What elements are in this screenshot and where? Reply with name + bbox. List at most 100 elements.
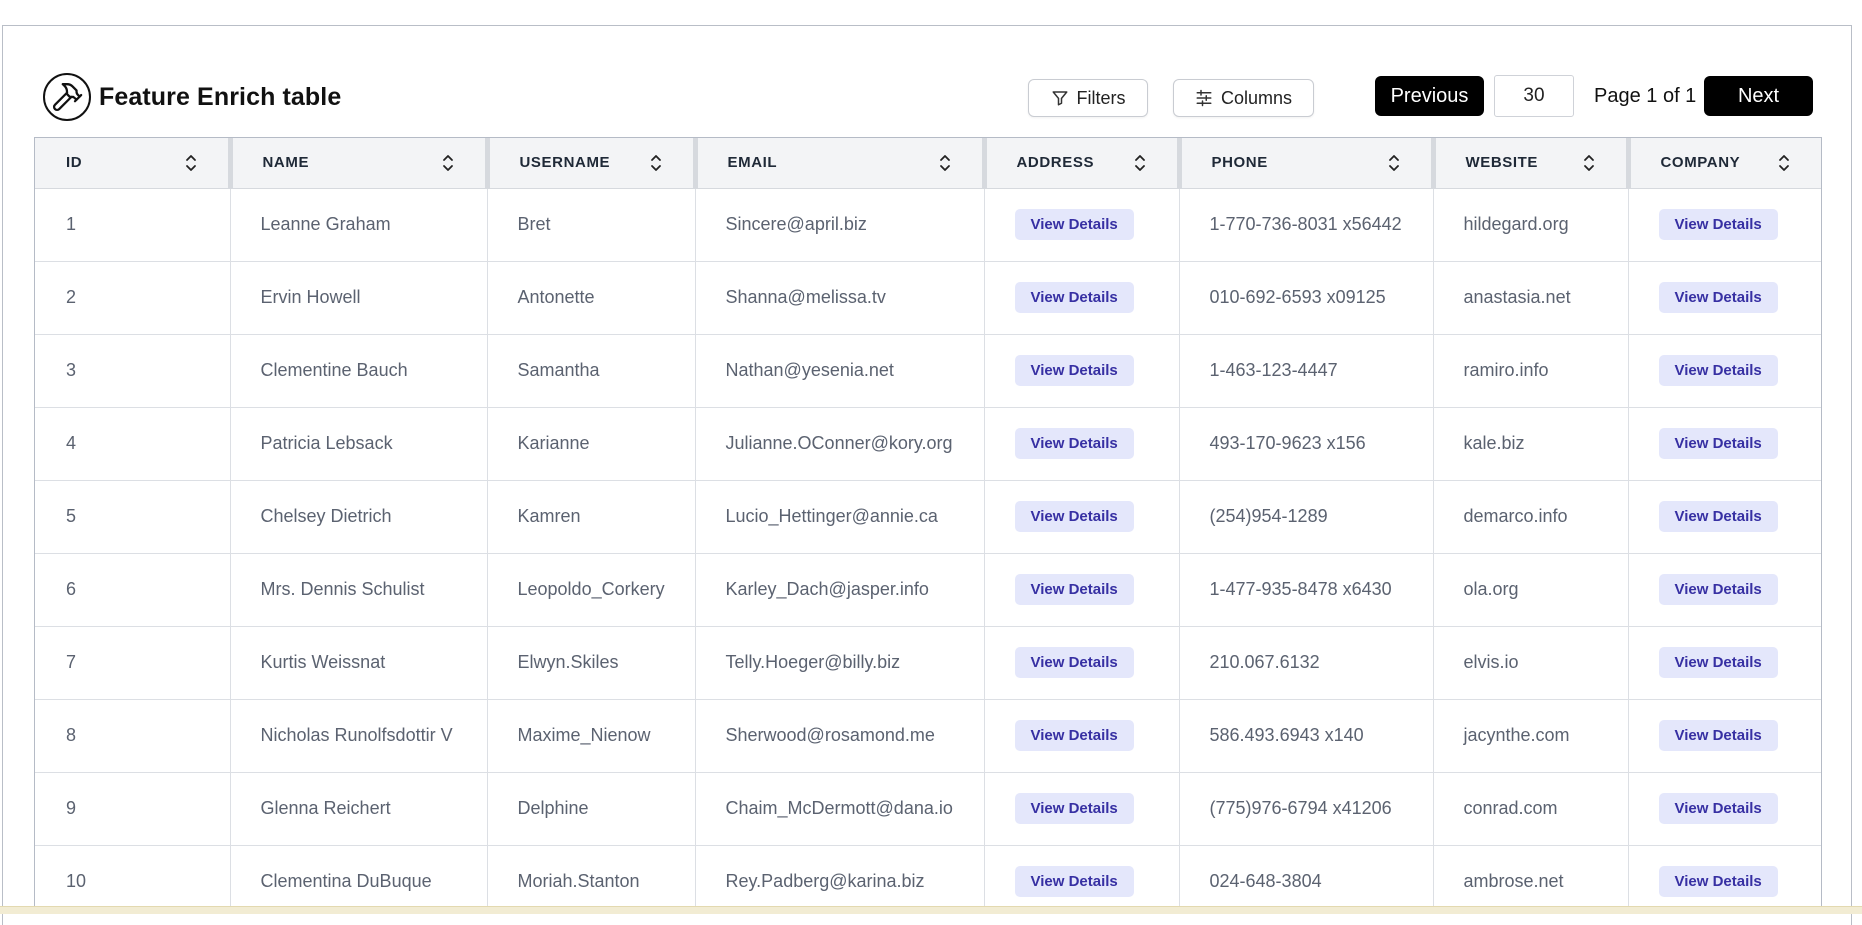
address-view-details-button[interactable]: View Details <box>1014 282 1134 313</box>
cell-email: Lucio_Hettinger@annie.ca <box>695 480 985 554</box>
cell-company: View Details <box>1628 845 1821 907</box>
cell-id: 6 <box>35 553 231 627</box>
cell-address: View Details <box>984 553 1180 627</box>
table-header-row: ID NAME USERNAME EMAIL ADDRESS PHONE WEBSITE CO… <box>35 138 1821 189</box>
cell-website: ola.org <box>1433 553 1629 627</box>
column-header-username[interactable]: USERNAME <box>487 138 698 189</box>
cell-phone: (254)954-1289 <box>1179 480 1434 554</box>
cell-company: View Details <box>1628 699 1821 773</box>
address-view-details-button[interactable]: View Details <box>1014 647 1134 678</box>
cell-website: conrad.com <box>1433 772 1629 846</box>
column-header-phone[interactable]: PHONE <box>1179 138 1436 189</box>
cell-name: Patricia Lebsack <box>230 407 488 481</box>
company-view-details-button[interactable]: View Details <box>1658 209 1778 240</box>
filters-button[interactable]: Filters <box>1028 79 1148 117</box>
sort-icon[interactable] <box>938 154 952 176</box>
sort-icon[interactable] <box>1777 154 1791 176</box>
cell-id: 7 <box>35 626 231 700</box>
cell-id: 5 <box>35 480 231 554</box>
address-view-details-button[interactable]: View Details <box>1014 501 1134 532</box>
cell-id: 1 <box>35 188 231 262</box>
cell-address: View Details <box>984 626 1180 700</box>
cell-email: Karley_Dach@jasper.info <box>695 553 985 627</box>
cell-email: Shanna@melissa.tv <box>695 261 985 335</box>
company-view-details-button[interactable]: View Details <box>1658 720 1778 751</box>
address-view-details-button[interactable]: View Details <box>1014 574 1134 605</box>
address-view-details-button[interactable]: View Details <box>1014 428 1134 459</box>
company-view-details-button[interactable]: View Details <box>1658 501 1778 532</box>
sort-icon[interactable] <box>441 154 455 176</box>
column-header-email[interactable]: EMAIL <box>695 138 987 189</box>
column-header-company[interactable]: COMPANY <box>1628 138 1821 189</box>
cell-company: View Details <box>1628 772 1821 846</box>
next-button[interactable]: Next <box>1704 76 1813 116</box>
cell-website: kale.biz <box>1433 407 1629 481</box>
address-view-details-button[interactable]: View Details <box>1014 720 1134 751</box>
cell-website: ambrose.net <box>1433 845 1629 907</box>
cell-company: View Details <box>1628 261 1821 335</box>
column-header-id[interactable]: ID <box>35 138 233 189</box>
company-view-details-button[interactable]: View Details <box>1658 793 1778 824</box>
sort-icon[interactable] <box>184 154 198 176</box>
table-row: 4 Patricia Lebsack Karianne Julianne.OConne… <box>35 407 1821 481</box>
cell-phone: 586.493.6943 x140 <box>1179 699 1434 773</box>
column-header-name[interactable]: NAME <box>230 138 490 189</box>
sort-icon[interactable] <box>1387 154 1401 176</box>
columns-button[interactable]: Columns <box>1173 79 1314 117</box>
cell-phone: 010-692-6593 x09125 <box>1179 261 1434 335</box>
column-header-label: WEBSITE <box>1465 154 1539 172</box>
page-info: Page 1 of 1 <box>1594 85 1697 107</box>
cell-name: Clementina DuBuque <box>230 845 488 907</box>
cell-address: View Details <box>984 188 1180 262</box>
address-view-details-button[interactable]: View Details <box>1014 793 1134 824</box>
sort-icon[interactable] <box>649 154 663 176</box>
cell-name: Chelsey Dietrich <box>230 480 488 554</box>
cell-address: View Details <box>984 845 1180 907</box>
company-view-details-button[interactable]: View Details <box>1658 647 1778 678</box>
company-view-details-button[interactable]: View Details <box>1658 866 1778 897</box>
column-header-label: ID <box>66 154 83 172</box>
company-view-details-button[interactable]: View Details <box>1658 574 1778 605</box>
cell-phone: 493-170-9623 x156 <box>1179 407 1434 481</box>
data-table: ID NAME USERNAME EMAIL ADDRESS PHONE WEBSITE CO… <box>34 137 1822 907</box>
sort-icon[interactable] <box>1133 154 1147 176</box>
company-view-details-button[interactable]: View Details <box>1658 428 1778 459</box>
column-header-label: NAME <box>262 154 310 172</box>
filters-label: Filters <box>1076 87 1126 108</box>
cell-name: Ervin Howell <box>230 261 488 335</box>
table-row: 2 Ervin Howell Antonette Shanna@melissa.tv V… <box>35 261 1821 335</box>
cell-email: Sherwood@rosamond.me <box>695 699 985 773</box>
column-header-address[interactable]: ADDRESS <box>984 138 1182 189</box>
cell-website: jacynthe.com <box>1433 699 1629 773</box>
previous-button[interactable]: Previous <box>1375 76 1484 116</box>
company-view-details-button[interactable]: View Details <box>1658 355 1778 386</box>
cell-website: elvis.io <box>1433 626 1629 700</box>
address-view-details-button[interactable]: View Details <box>1014 866 1134 897</box>
table-row: 1 Leanne Graham Bret Sincere@april.biz View … <box>35 188 1821 262</box>
sort-icon[interactable] <box>1582 154 1596 176</box>
page-size-input[interactable] <box>1494 75 1574 117</box>
cell-id: 9 <box>35 772 231 846</box>
cell-address: View Details <box>984 480 1180 554</box>
cell-username: Moriah.Stanton <box>487 845 696 907</box>
address-view-details-button[interactable]: View Details <box>1014 209 1134 240</box>
page-header: Feature Enrich table <box>43 72 341 122</box>
columns-label: Columns <box>1220 87 1293 108</box>
cell-id: 8 <box>35 699 231 773</box>
column-header-label: USERNAME <box>519 154 611 172</box>
cell-username: Kamren <box>487 480 696 554</box>
cell-email: Telly.Hoeger@billy.biz <box>695 626 985 700</box>
cell-name: Leanne Graham <box>230 188 488 262</box>
column-header-label: PHONE <box>1211 154 1268 172</box>
cell-username: Maxime_Nienow <box>487 699 696 773</box>
column-header-website[interactable]: WEBSITE <box>1433 138 1631 189</box>
cell-name: Glenna Reichert <box>230 772 488 846</box>
cell-username: Elwyn.Skiles <box>487 626 696 700</box>
cell-phone: 024-648-3804 <box>1179 845 1434 907</box>
cell-address: View Details <box>984 772 1180 846</box>
cell-id: 3 <box>35 334 231 408</box>
cell-website: hildegard.org <box>1433 188 1629 262</box>
address-view-details-button[interactable]: View Details <box>1014 355 1134 386</box>
company-view-details-button[interactable]: View Details <box>1658 282 1778 313</box>
cell-phone: 1-477-935-8478 x6430 <box>1179 553 1434 627</box>
